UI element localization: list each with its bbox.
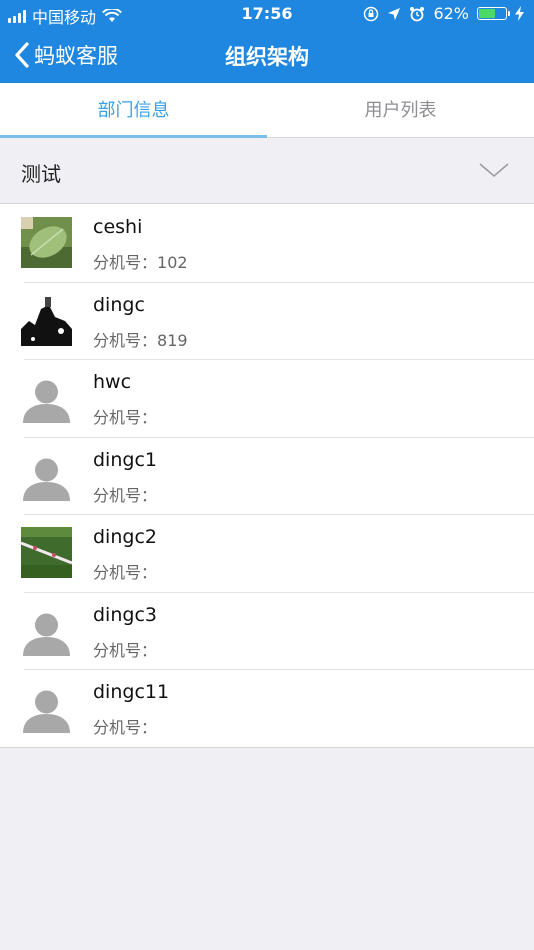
user-name: ceshi — [93, 216, 143, 238]
battery-level — [479, 9, 496, 18]
default-avatar-icon — [21, 372, 72, 423]
segment-tabs: 部门信息 用户列表 — [0, 83, 534, 138]
extension-label: 分机号： — [93, 408, 158, 427]
default-avatar-icon — [21, 449, 72, 501]
department-selector[interactable]: 测试 — [0, 138, 534, 204]
extension-number: 分机号： — [93, 482, 157, 506]
user-row-dingc2[interactable]: dingc2 分机号： — [0, 514, 534, 592]
chevron-down-icon — [479, 163, 509, 177]
extension-label: 分机号： — [93, 718, 158, 737]
top-bar: 中国移动 17:56 62% 蚂蚁客服 组织架构 — [0, 0, 534, 83]
user-row-dingc1[interactable]: dingc1 分机号： — [0, 436, 534, 515]
page-title: 组织架构 — [225, 45, 309, 69]
default-avatar-icon — [21, 604, 72, 656]
avatar — [21, 217, 72, 268]
tab-user-list[interactable]: 用户列表 — [267, 83, 534, 137]
user-row-ceshi[interactable]: ceshi 分机号：102 — [0, 204, 534, 282]
extension-number: 分机号：819 — [93, 327, 188, 351]
extension-label: 分机号： — [93, 330, 158, 350]
extension-label: 分机号： — [93, 485, 158, 505]
user-name: dingc — [93, 293, 145, 316]
user-name: dingc11 — [93, 681, 170, 703]
user-row-dingc3[interactable]: dingc3 分机号： — [0, 591, 534, 670]
user-row-dingc[interactable]: dingc 分机号：819 — [0, 281, 534, 360]
tab-department-info[interactable]: 部门信息 — [0, 83, 267, 138]
avatar — [21, 682, 72, 733]
leaf-photo-icon — [21, 217, 72, 268]
extension-label: 分机号： — [93, 253, 158, 272]
nav-bar: 蚂蚁客服 组织架构 — [0, 28, 534, 83]
extension-label: 分机号： — [93, 563, 158, 582]
alarm-icon — [410, 6, 425, 21]
status-bar: 中国移动 17:56 62% — [0, 0, 534, 28]
avatar — [21, 604, 72, 656]
bw-photo-icon — [21, 294, 72, 346]
avatar — [21, 449, 72, 501]
grass-photo-icon — [21, 527, 72, 578]
avatar — [21, 527, 72, 578]
location-icon — [388, 7, 401, 20]
user-name: dingc3 — [93, 603, 157, 626]
user-name: dingc1 — [93, 448, 157, 471]
battery-icon — [477, 7, 510, 20]
extension-number: 分机号： — [93, 404, 157, 428]
extension-number: 分机号： — [93, 637, 157, 661]
extension-number: 分机号： — [93, 714, 157, 738]
battery-percent: 62% — [433, 4, 469, 23]
extension-number: 分机号： — [93, 559, 157, 583]
default-avatar-icon — [21, 682, 72, 733]
extension-value: 819 — [157, 330, 188, 350]
status-right: 62% — [363, 4, 524, 23]
user-row-dingc11[interactable]: dingc11 分机号： — [0, 669, 534, 747]
user-row-hwc[interactable]: hwc 分机号： — [0, 359, 534, 437]
extension-number: 分机号：102 — [93, 249, 188, 273]
rotation-lock-icon — [364, 6, 379, 21]
avatar — [21, 294, 72, 346]
extension-label: 分机号： — [93, 640, 158, 660]
user-list: ceshi 分机号：102 dingc 分机号：819 hwc 分机号： din… — [0, 204, 534, 748]
user-name: hwc — [93, 371, 132, 393]
charging-icon — [515, 6, 524, 21]
department-name: 测试 — [21, 162, 61, 186]
extension-value: 102 — [157, 253, 188, 272]
avatar — [21, 372, 72, 423]
user-name: dingc2 — [93, 526, 157, 548]
